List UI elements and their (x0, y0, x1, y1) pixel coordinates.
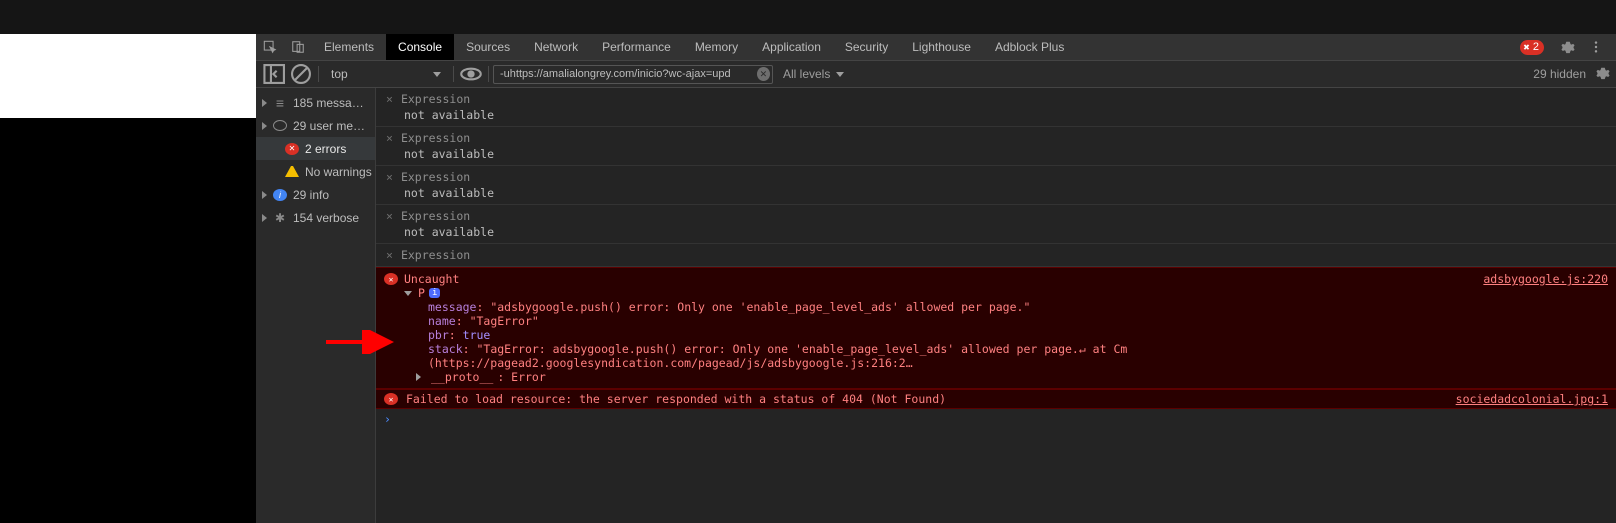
chevron-right-icon[interactable] (416, 373, 425, 381)
expression-value: not available (404, 108, 1616, 122)
error-icon (384, 393, 398, 405)
expression-title: Expression (401, 209, 470, 223)
sidebar-item-4[interactable]: 29 info (256, 183, 375, 206)
sidebar-item-3[interactable]: No warnings (256, 160, 375, 183)
sidebar-label: 29 info (293, 188, 329, 202)
expand-icon (262, 191, 267, 199)
log-levels-select[interactable]: All levels (783, 67, 844, 81)
error-class: P (418, 286, 425, 300)
sidebar-label: 185 messa… (293, 96, 364, 110)
close-icon[interactable]: × (386, 209, 393, 223)
live-expression: × Expression (376, 244, 1616, 267)
source-link[interactable]: adsbygoogle.js:220 (1483, 272, 1608, 286)
kebab-icon[interactable] (1582, 40, 1610, 54)
sidebar-label: 29 user me… (293, 119, 365, 133)
sidebar-label: 2 errors (305, 142, 346, 156)
error-head: Uncaught (404, 272, 459, 286)
tab-adblock[interactable]: Adblock Plus (983, 34, 1076, 60)
tab-security[interactable]: Security (833, 34, 900, 60)
hidden-count[interactable]: 29 hidden (1533, 67, 1586, 81)
expression-title: Expression (401, 131, 470, 145)
chevron-down-icon[interactable] (404, 291, 412, 296)
user-icon (273, 120, 287, 131)
tab-elements[interactable]: Elements (312, 34, 386, 60)
close-icon[interactable]: × (386, 248, 393, 262)
source-link[interactable]: sociedadcolonial.jpg:1 (1456, 392, 1608, 406)
console-prompt[interactable]: › (376, 409, 1616, 429)
tab-application[interactable]: Application (750, 34, 833, 60)
error-icon (285, 143, 299, 155)
expand-icon (262, 122, 267, 130)
console-sidebar: 185 messa… 29 user me… 2 errors No warnings… (256, 88, 376, 523)
info-badge-icon[interactable]: i (429, 288, 440, 298)
clear-console-icon[interactable] (288, 61, 314, 87)
expand-icon (262, 214, 267, 222)
expression-value: not available (404, 147, 1616, 161)
live-expression-icon[interactable] (458, 61, 484, 87)
live-expression: × Expression not available (376, 205, 1616, 244)
context-select[interactable]: top (323, 64, 449, 84)
close-icon[interactable]: × (386, 170, 393, 184)
inspect-icon[interactable] (256, 34, 284, 60)
error-message: Failed to load resource: the server resp… (406, 392, 946, 406)
toggle-sidebar-icon[interactable] (262, 61, 288, 87)
warn-icon (285, 166, 299, 177)
tab-memory[interactable]: Memory (683, 34, 750, 60)
clear-filter-icon[interactable]: ✕ (757, 67, 770, 81)
devtools-tabs: Elements Console Sources Network Perform… (256, 34, 1616, 61)
console-toolbar: top ✕ All levels 29 hidden (256, 61, 1616, 88)
expand-icon (262, 99, 267, 107)
gear-icon[interactable] (1554, 40, 1582, 54)
close-icon[interactable]: × (386, 131, 393, 145)
expression-title: Expression (401, 92, 470, 106)
devtools-panel: Elements Console Sources Network Perform… (256, 34, 1616, 523)
tab-sources[interactable]: Sources (454, 34, 522, 60)
error-entry[interactable]: Uncaughtadsbygoogle.js:220Pimessage: "ad… (376, 267, 1616, 389)
error-count-badge[interactable]: 2 (1520, 40, 1544, 55)
close-icon[interactable]: × (386, 92, 393, 106)
verbose-icon (273, 211, 287, 225)
expression-value: not available (404, 186, 1616, 200)
sidebar-item-2[interactable]: 2 errors (256, 137, 375, 160)
expression-value: not available (404, 225, 1616, 239)
sidebar-item-0[interactable]: 185 messa… (256, 91, 375, 114)
tab-lighthouse[interactable]: Lighthouse (900, 34, 983, 60)
live-expression: × Expression not available (376, 166, 1616, 205)
context-value: top (331, 67, 348, 81)
sidebar-item-5[interactable]: 154 verbose (256, 206, 375, 229)
live-expression: × Expression not available (376, 88, 1616, 127)
filter-box[interactable]: ✕ (493, 65, 773, 84)
sidebar-label: No warnings (305, 165, 372, 179)
info-icon (273, 189, 287, 201)
sidebar-item-1[interactable]: 29 user me… (256, 114, 375, 137)
live-expression: × Expression not available (376, 127, 1616, 166)
sidebar-label: 154 verbose (293, 211, 359, 225)
error-entry[interactable]: Failed to load resource: the server resp… (376, 389, 1616, 409)
tab-performance[interactable]: Performance (590, 34, 683, 60)
list-icon (273, 96, 287, 110)
error-icon (384, 273, 398, 285)
expression-title: Expression (401, 248, 470, 262)
filter-input[interactable] (500, 68, 757, 80)
console-settings-icon[interactable] (1596, 66, 1610, 83)
console-messages: × Expression not available × Expression not a… (376, 88, 1616, 523)
expression-title: Expression (401, 170, 470, 184)
tab-console[interactable]: Console (386, 34, 454, 60)
tab-network[interactable]: Network (522, 34, 590, 60)
device-toggle-icon[interactable] (284, 34, 312, 60)
